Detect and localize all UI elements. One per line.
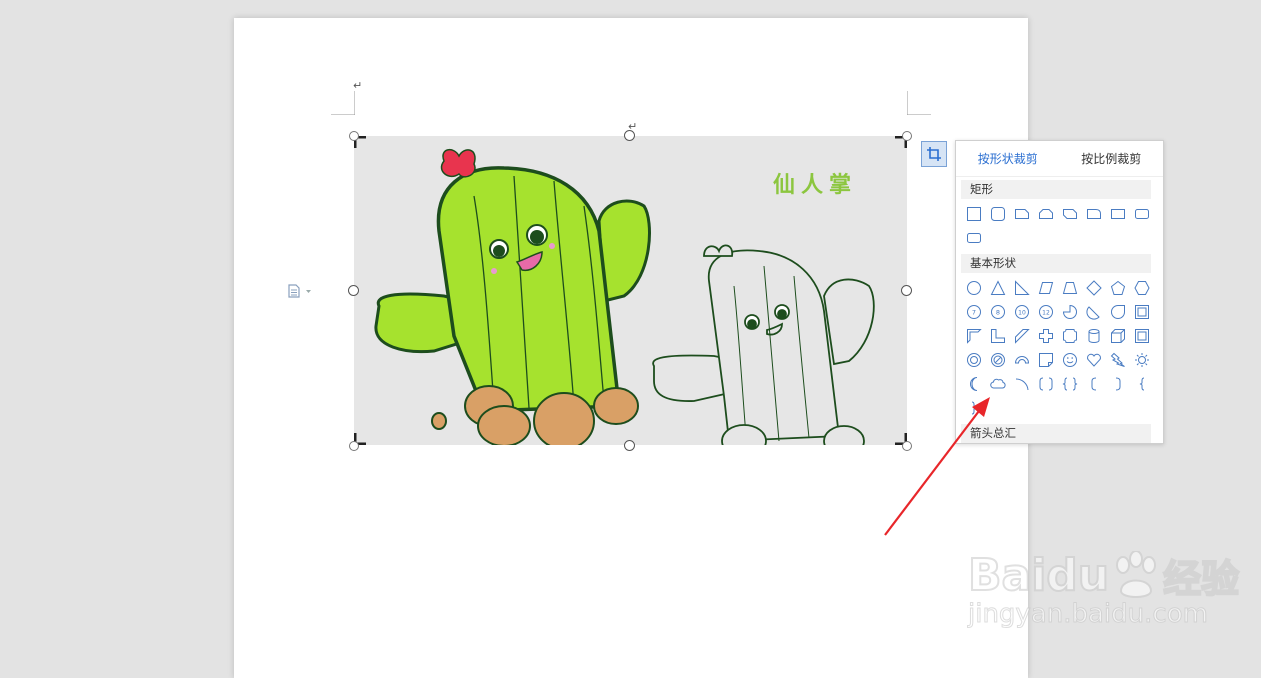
paragraph-mark: ↵	[353, 79, 363, 92]
dodecagon-shape[interactable]: 12	[1034, 300, 1058, 324]
double-brace-shape[interactable]	[1058, 372, 1082, 396]
resize-handle-bottom[interactable]	[624, 440, 635, 451]
tab-crop-by-ratio[interactable]: 按比例裁剪	[1060, 150, 1164, 167]
round-same-side-shape[interactable]	[1106, 202, 1130, 226]
octagon-label: 8	[996, 309, 1000, 317]
octagon-shape[interactable]: 8	[986, 300, 1010, 324]
snip-same-side-shape[interactable]	[1034, 202, 1058, 226]
snip-single-corner-shape[interactable]	[1010, 202, 1034, 226]
cactus-image[interactable]: 仙人掌	[354, 136, 907, 445]
oval-shape[interactable]	[962, 276, 986, 300]
heart-shape[interactable]	[1082, 348, 1106, 372]
crop-tabs: 按形状裁剪 按比例裁剪	[956, 141, 1163, 177]
plaque-shape[interactable]	[1058, 324, 1082, 348]
right-triangle-shape[interactable]	[1010, 276, 1034, 300]
outline-cactus-illustration	[652, 244, 875, 445]
frame-shape[interactable]	[1130, 300, 1154, 324]
pentagon-shape[interactable]	[1106, 276, 1130, 300]
resize-handle-bottom-left[interactable]	[349, 441, 359, 451]
chord-shape[interactable]	[1082, 300, 1106, 324]
resize-handle-right[interactable]	[901, 285, 912, 296]
no-symbol-shape[interactable]	[986, 348, 1010, 372]
cube-shape[interactable]	[1106, 324, 1130, 348]
crop-icon	[927, 147, 941, 161]
rectangle-shape[interactable]	[962, 202, 986, 226]
l-shape[interactable]	[986, 324, 1010, 348]
resize-handle-top[interactable]	[624, 130, 635, 141]
margin-corner-top-right	[907, 91, 931, 115]
smiley-face-shape[interactable]	[1058, 348, 1082, 372]
round-single-corner-shape[interactable]	[1082, 202, 1106, 226]
hexagon-shape[interactable]	[1130, 276, 1154, 300]
image-title-text: 仙人掌	[773, 173, 858, 198]
double-bracket-shape[interactable]	[1034, 372, 1058, 396]
round-diagonal-shape[interactable]	[1130, 202, 1154, 226]
heptagon-label: 7	[972, 309, 976, 317]
section-rectangle-header: 矩形	[961, 180, 1151, 199]
cloud-shape[interactable]	[986, 372, 1010, 396]
decagon-shape[interactable]: 10	[1010, 300, 1034, 324]
rounded-rectangle-small-shape[interactable]	[962, 226, 986, 250]
lightning-bolt-shape[interactable]	[1106, 348, 1130, 372]
folded-corner-shape[interactable]	[1034, 348, 1058, 372]
section-basic-shapes-header: 基本形状	[961, 254, 1151, 273]
sun-shape[interactable]	[1130, 348, 1154, 372]
arc-shape[interactable]	[1010, 372, 1034, 396]
resize-handle-top-right[interactable]	[902, 131, 912, 141]
block-arc-shape[interactable]	[1010, 348, 1034, 372]
decagon-label: 10	[1018, 310, 1026, 317]
layout-options-icon[interactable]	[287, 284, 315, 298]
rounded-rectangle-shape[interactable]	[986, 202, 1010, 226]
annotation-red-arrow	[884, 397, 990, 536]
donut-shape[interactable]	[962, 348, 986, 372]
resize-handle-top-left[interactable]	[349, 131, 359, 141]
watermark-brand-cn: 经验	[1162, 556, 1240, 602]
pie-shape[interactable]	[1058, 300, 1082, 324]
margin-corner-top-left	[331, 91, 355, 115]
left-bracket-shape[interactable]	[1082, 372, 1106, 396]
paw-icon	[1116, 550, 1157, 598]
baidu-jingyan-watermark: Baidu 经验 jingyan.baidu.com	[967, 548, 1240, 630]
bevel-shape[interactable]	[1130, 324, 1154, 348]
half-frame-shape[interactable]	[962, 324, 986, 348]
can-shape[interactable]	[1082, 324, 1106, 348]
trapezoid-shape[interactable]	[1058, 276, 1082, 300]
triangle-shape[interactable]	[986, 276, 1010, 300]
crop-tool-button[interactable]	[921, 141, 947, 167]
watermark-brand: Baidu	[967, 549, 1110, 602]
diamond-shape[interactable]	[1082, 276, 1106, 300]
tab-crop-by-shape[interactable]: 按形状裁剪	[956, 150, 1060, 167]
cross-shape[interactable]	[1034, 324, 1058, 348]
resize-handle-left[interactable]	[348, 285, 359, 296]
teardrop-shape[interactable]	[1106, 300, 1130, 324]
moon-shape[interactable]	[962, 372, 986, 396]
rectangle-shapes-grid	[956, 199, 1163, 254]
parallelogram-shape[interactable]	[1034, 276, 1058, 300]
diagonal-stripe-shape[interactable]	[1010, 324, 1034, 348]
dodecagon-label: 12	[1042, 310, 1050, 317]
left-brace-shape[interactable]	[1130, 372, 1154, 396]
snip-diagonal-shape[interactable]	[1058, 202, 1082, 226]
green-cactus-illustration	[374, 149, 651, 445]
watermark-url: jingyan.baidu.com	[967, 599, 1208, 630]
heptagon-shape[interactable]: 7	[962, 300, 986, 324]
right-bracket-shape[interactable]	[1106, 372, 1130, 396]
